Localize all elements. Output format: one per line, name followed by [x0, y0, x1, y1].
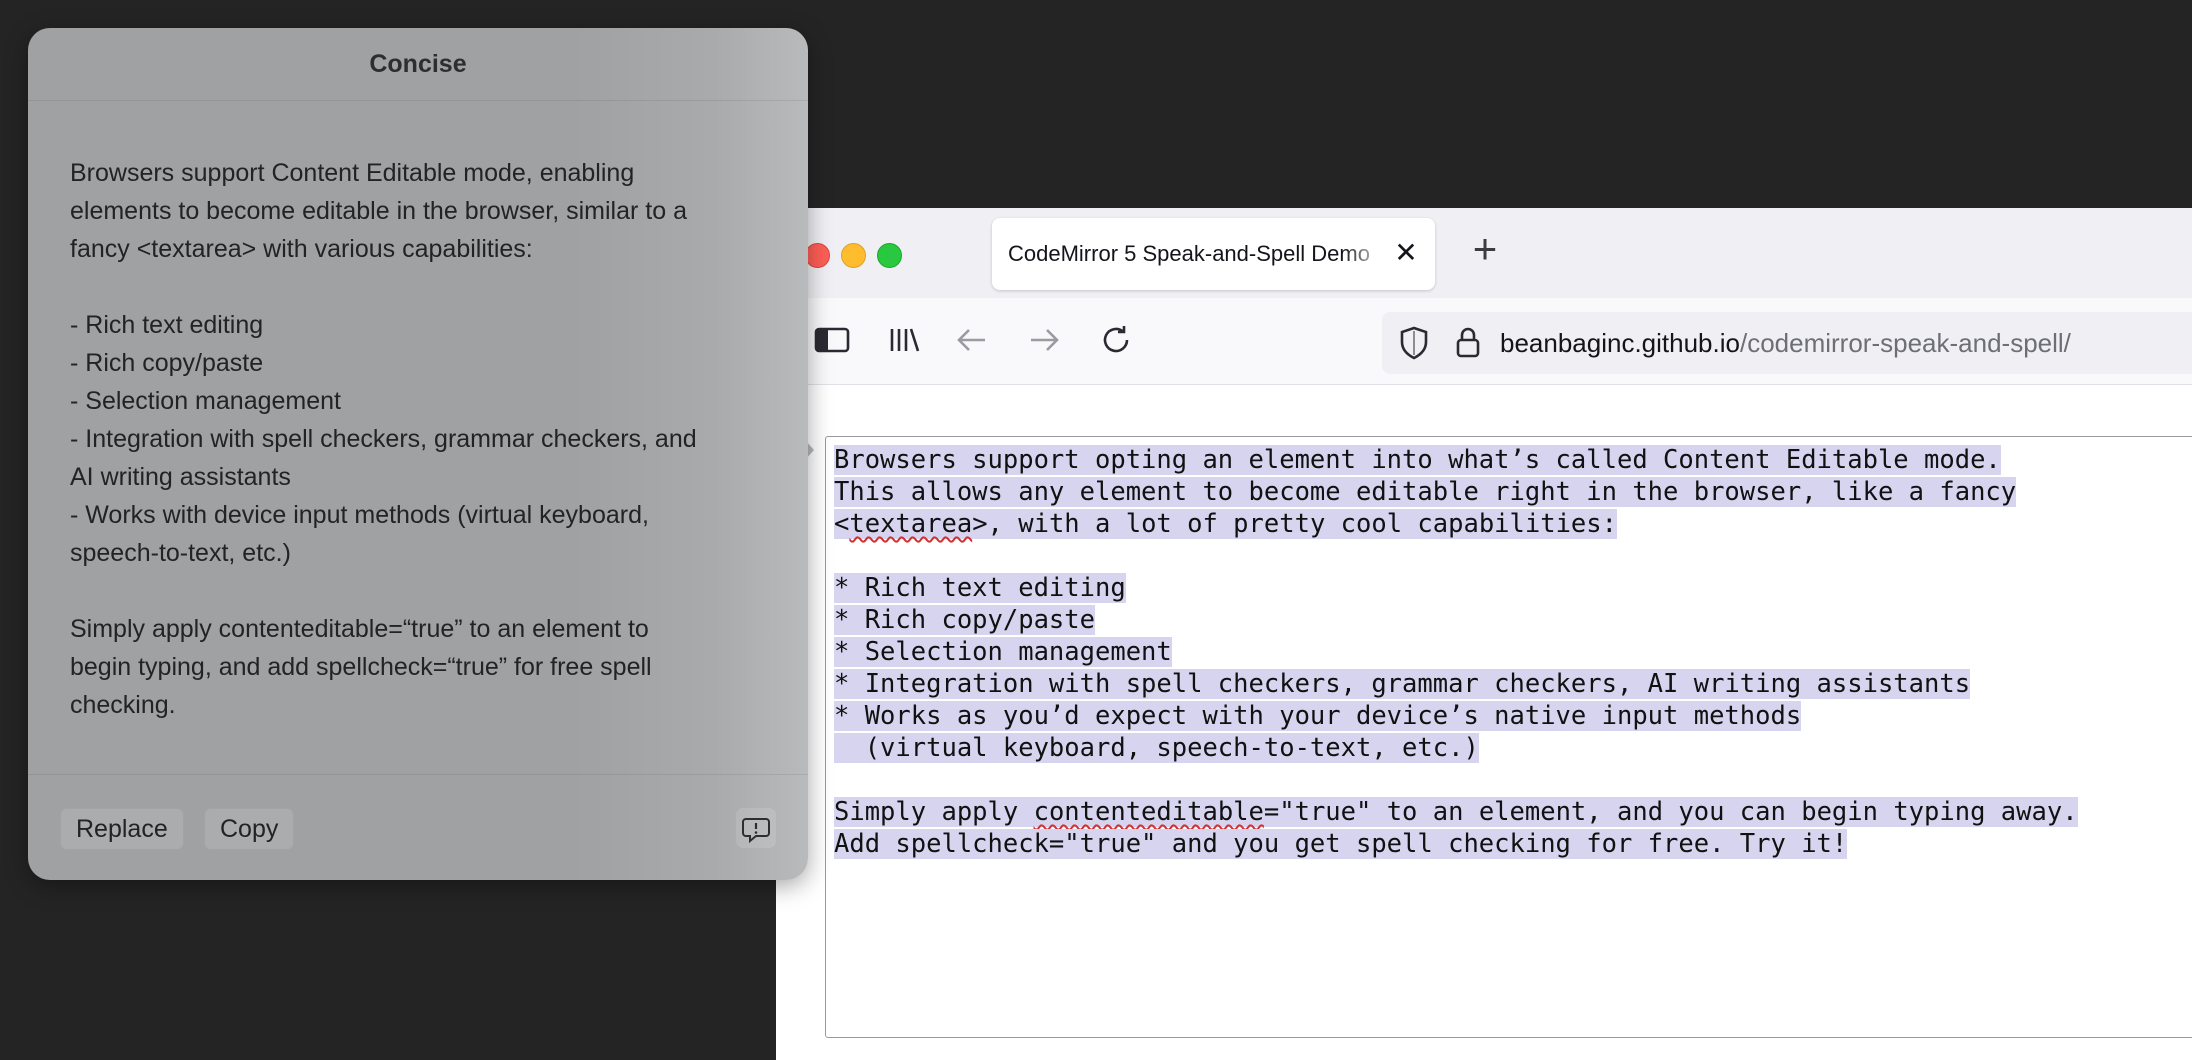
tab-title: CodeMirror 5 Speak-and-Spell Demo — [1008, 241, 1388, 267]
text-fragment: Simply apply — [834, 797, 1034, 827]
selected-text: * Selection management — [834, 637, 1172, 667]
tab-codemirror-demo[interactable]: CodeMirror 5 Speak-and-Spell Demo ✕ — [992, 218, 1435, 290]
navigation-toolbar: beanbaginc.github.io/codemirror-speak-an… — [776, 298, 2192, 385]
copy-button[interactable]: Copy — [204, 808, 294, 850]
editor-line: Browsers support opting an element into … — [834, 444, 2078, 476]
editor-line: (virtual keyboard, speech-to-text, etc.) — [834, 732, 2078, 764]
selected-text: * Works as you’d expect with your device… — [834, 701, 1801, 731]
selected-text: (virtual keyboard, speech-to-text, etc.) — [834, 733, 1479, 763]
back-arrow-icon[interactable] — [950, 318, 994, 362]
url-text: beanbaginc.github.io/codemirror-speak-an… — [1500, 328, 2071, 359]
result-line: speech-to-text, etc.) — [70, 534, 770, 572]
lock-icon[interactable] — [1446, 321, 1490, 365]
editor-line: <textarea>, with a lot of pretty cool ca… — [834, 508, 2078, 540]
result-line: - Integration with spell checkers, gramm… — [70, 420, 770, 458]
page-content: Browsers support opting an element into … — [776, 385, 2192, 1060]
editor-line: * Rich text editing — [834, 572, 2078, 604]
library-icon[interactable] — [882, 318, 926, 362]
result-line: - Rich copy/paste — [70, 344, 770, 382]
selected-text: <textarea>, with a lot of pretty cool ca… — [834, 509, 1617, 539]
editor-text: Browsers support opting an element into … — [834, 444, 2078, 860]
result-line: Browsers support Content Editable mode, … — [70, 154, 770, 192]
text-fragment: >, with a lot of pretty cool capabilitie… — [972, 509, 1617, 539]
editor-line: * Selection management — [834, 636, 2078, 668]
result-line: Simply apply contenteditable=“true” to a… — [70, 610, 770, 648]
replace-button[interactable]: Replace — [60, 808, 184, 850]
url-path: /codemirror-speak-and-spell/ — [1740, 328, 2071, 358]
close-window-button[interactable] — [805, 243, 830, 268]
result-line: AI writing assistants — [70, 458, 770, 496]
editor-line: Simply apply contenteditable="true" to a… — [834, 796, 2078, 828]
forward-arrow-icon[interactable] — [1022, 318, 1066, 362]
result-line: - Works with device input methods (virtu… — [70, 496, 770, 534]
editor-line: * Rich copy/paste — [834, 604, 2078, 636]
address-bar[interactable]: beanbaginc.github.io/codemirror-speak-an… — [1382, 312, 2192, 374]
editor-line: This allows any element to become editab… — [834, 476, 2078, 508]
popover-title: Concise — [28, 50, 808, 79]
selected-text: This allows any element to become editab… — [834, 477, 2016, 507]
editor-line: Add spellcheck="true" and you get spell … — [834, 828, 2078, 860]
result-line: - Rich text editing — [70, 306, 770, 344]
url-host: beanbaginc.github.io — [1500, 328, 1740, 358]
selected-text: Browsers support opting an element into … — [834, 445, 2001, 475]
feedback-icon[interactable] — [736, 808, 776, 848]
tab-close-icon[interactable]: ✕ — [1391, 238, 1421, 268]
popover-divider — [28, 774, 808, 775]
tab-bar: CodeMirror 5 Speak-and-Spell Demo ✕ + — [776, 208, 2192, 298]
zoom-window-button[interactable] — [877, 243, 902, 268]
editor-line — [834, 540, 2078, 572]
result-line: fancy <textarea> with various capabiliti… — [70, 230, 770, 268]
result-line — [70, 268, 770, 306]
text-fragment: < — [834, 509, 849, 539]
editor-line: * Works as you’d expect with your device… — [834, 700, 2078, 732]
result-line — [70, 572, 770, 610]
shield-icon[interactable] — [1392, 321, 1436, 365]
editor-line — [834, 764, 2078, 796]
result-line: - Selection management — [70, 382, 770, 420]
writing-tools-popover: Concise Browsers support Content Editabl… — [28, 28, 808, 880]
misspelled-word[interactable]: textarea — [849, 509, 972, 539]
result-line: begin typing, and add spellcheck=“true” … — [70, 648, 770, 686]
content-editable-editor[interactable]: Browsers support opting an element into … — [825, 436, 2192, 1038]
popover-divider — [28, 100, 808, 101]
text-fragment: ="true" to an element, and you can begin… — [1264, 797, 2078, 827]
selected-text: * Rich copy/paste — [834, 605, 1095, 635]
browser-window: CodeMirror 5 Speak-and-Spell Demo ✕ + — [776, 208, 2192, 1060]
selected-text: * Integration with spell checkers, gramm… — [834, 669, 1970, 699]
selected-text: * Rich text editing — [834, 573, 1126, 603]
sidebar-icon[interactable] — [810, 318, 854, 362]
new-tab-button[interactable]: + — [1460, 224, 1510, 274]
editor-line: * Integration with spell checkers, gramm… — [834, 668, 2078, 700]
selected-text: Simply apply contenteditable="true" to a… — [834, 797, 2078, 827]
minimize-window-button[interactable] — [841, 243, 866, 268]
misspelled-word[interactable]: contenteditable — [1034, 797, 1264, 827]
result-line: elements to become editable in the brows… — [70, 192, 770, 230]
popover-result-text: Browsers support Content Editable mode, … — [70, 154, 770, 724]
result-line: checking. — [70, 686, 770, 724]
reload-icon[interactable] — [1094, 318, 1138, 362]
selected-text: Add spellcheck="true" and you get spell … — [834, 829, 1847, 859]
